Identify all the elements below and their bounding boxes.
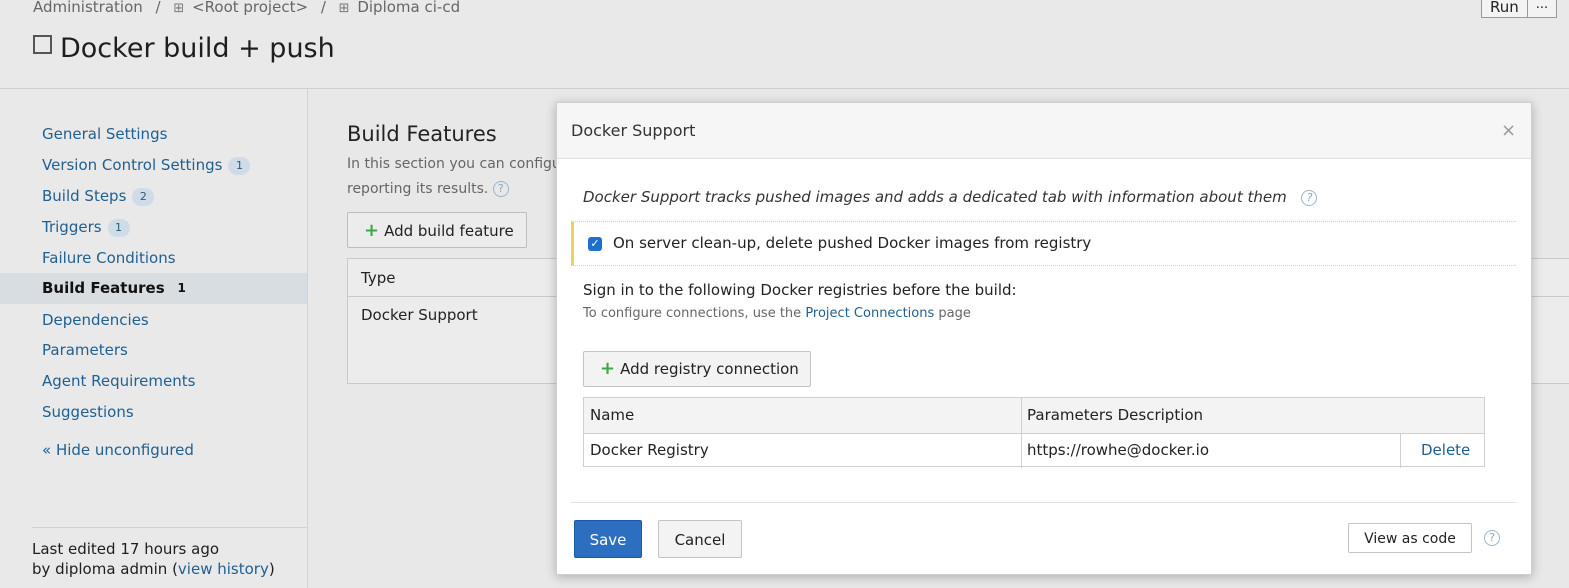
registry-signin-text: Sign in to the following Docker registri…	[583, 281, 1017, 299]
sidebar-item-version-control[interactable]: Version Control Settings 1	[0, 150, 307, 181]
count-badge: 1	[107, 219, 130, 237]
sidebar-divider	[32, 527, 307, 528]
breadcrumb-diploma[interactable]: Diploma ci-cd	[357, 0, 460, 16]
sidebar-item-general-settings[interactable]: General Settings	[0, 119, 307, 150]
add-build-feature-label: Add build feature	[384, 222, 514, 240]
sidebar-item-dependencies[interactable]: Dependencies	[0, 305, 307, 336]
registry-name-cell: Docker Registry	[590, 441, 709, 459]
grid-icon: ⊞	[338, 1, 350, 16]
page-title-text: Docker build + push	[60, 33, 335, 64]
sidebar-item-parameters[interactable]: Parameters	[0, 335, 307, 366]
breadcrumb: Administration / ⊞ <Root project> / ⊞ Di…	[33, 0, 460, 16]
sidebar-item-label: Build Steps	[42, 187, 127, 205]
grid-icon: ⊞	[173, 1, 185, 16]
column-divider	[1021, 398, 1022, 468]
column-header-name: Name	[590, 406, 635, 424]
sidebar-item-agent-requirements[interactable]: Agent Requirements	[0, 366, 307, 397]
sidebar-item-failure-conditions[interactable]: Failure Conditions	[0, 243, 307, 274]
configure-connections-hint: To configure connections, use the Projec…	[583, 306, 971, 321]
breadcrumb-separator: /	[320, 0, 326, 16]
count-badge: 1	[177, 281, 186, 295]
breadcrumb-administration[interactable]: Administration	[33, 0, 143, 16]
sidebar-item-label: Suggestions	[42, 403, 134, 421]
sidebar-item-build-steps[interactable]: Build Steps 2	[0, 181, 307, 212]
help-icon[interactable]: ?	[492, 181, 509, 197]
sidebar-item-label: Dependencies	[42, 311, 149, 329]
help-icon[interactable]: ?	[1301, 190, 1318, 206]
run-button-group: Run ...	[1481, 0, 1558, 18]
page-title: Docker build + push	[33, 33, 335, 64]
hide-unconfigured-link[interactable]: « Hide unconfigured	[42, 441, 194, 459]
sidebar-item-suggestions[interactable]: Suggestions	[0, 397, 307, 428]
table-row-docker-support[interactable]: Docker Support	[361, 306, 478, 324]
dialog-description: Docker Support tracks pushed images and …	[583, 188, 1318, 206]
dialog-description-text: Docker Support tracks pushed images and …	[583, 188, 1287, 206]
last-edited-time: 17 hours ago	[120, 540, 220, 558]
project-connections-link[interactable]: Project Connections	[805, 306, 934, 321]
delete-registry-link[interactable]: Delete	[1421, 433, 1470, 467]
sidebar-item-build-features[interactable]: Build Features 1	[0, 273, 307, 304]
add-registry-connection-button[interactable]: + Add registry connection	[583, 351, 811, 387]
section-description-line: reporting its results.	[347, 181, 489, 197]
settings-sidebar: General Settings Version Control Setting…	[0, 89, 308, 588]
sidebar-item-label: Triggers	[42, 218, 102, 236]
sidebar-item-label: Build Features	[42, 279, 165, 297]
view-history-link[interactable]: view history	[178, 560, 269, 578]
sidebar-item-triggers[interactable]: Triggers 1	[0, 212, 307, 243]
breadcrumb-separator: /	[155, 0, 161, 16]
save-button[interactable]: Save	[574, 520, 642, 558]
sidebar-item-label: Version Control Settings	[42, 156, 223, 174]
last-edited-by: by diploma admin	[32, 560, 168, 578]
column-header-params: Parameters Description	[1027, 406, 1204, 424]
section-title: Build Features	[347, 122, 497, 146]
dialog-title: Docker Support	[571, 121, 696, 140]
section-description: In this section you can configure report…	[347, 152, 557, 202]
sidebar-item-label: Failure Conditions	[42, 249, 176, 267]
registry-params-cell: https://rowhe@docker.io	[1027, 441, 1210, 459]
plus-icon: +	[364, 220, 380, 241]
dialog-footer-divider	[571, 502, 1516, 503]
plus-icon: +	[600, 358, 616, 379]
checkbox-icon[interactable]: ✓	[588, 237, 602, 251]
column-divider	[1400, 433, 1401, 468]
build-config-icon	[33, 35, 52, 54]
page-header: Administration / ⊞ <Root project> / ⊞ Di…	[0, 0, 1569, 89]
configure-suffix: page	[938, 306, 971, 321]
registry-table: Name Parameters Description Docker Regis…	[583, 397, 1485, 468]
run-options-button[interactable]: ...	[1527, 0, 1558, 18]
view-as-code-button[interactable]: View as code	[1348, 523, 1472, 553]
breadcrumb-root-project[interactable]: <Root project>	[192, 0, 308, 16]
sidebar-item-label: General Settings	[42, 125, 168, 143]
configure-prefix: To configure connections, use the	[583, 306, 802, 321]
cleanup-checkbox-label[interactable]: On server clean-up, delete pushed Docker…	[613, 234, 1091, 252]
last-edited-prefix: Last edited	[32, 540, 116, 558]
help-icon[interactable]: ?	[1484, 530, 1500, 546]
cancel-button[interactable]: Cancel	[658, 520, 742, 558]
cleanup-option-row: ✓ On server clean-up, delete pushed Dock…	[571, 221, 1516, 266]
count-badge: 1	[228, 157, 251, 175]
add-registry-label: Add registry connection	[620, 360, 799, 378]
add-build-feature-button[interactable]: + Add build feature	[347, 212, 527, 248]
last-edited-info: Last edited 17 hours ago by diploma admi…	[32, 540, 275, 578]
sidebar-item-label: Agent Requirements	[42, 372, 196, 390]
dialog-header: Docker Support ×	[557, 103, 1531, 159]
run-button[interactable]: Run	[1481, 0, 1528, 18]
docker-support-dialog: Docker Support × Docker Support tracks p…	[556, 102, 1532, 575]
close-icon[interactable]: ×	[1501, 120, 1516, 141]
section-description-line: In this section you can configure	[347, 156, 557, 172]
sidebar-item-label: Parameters	[42, 341, 128, 359]
count-badge: 2	[132, 188, 155, 206]
